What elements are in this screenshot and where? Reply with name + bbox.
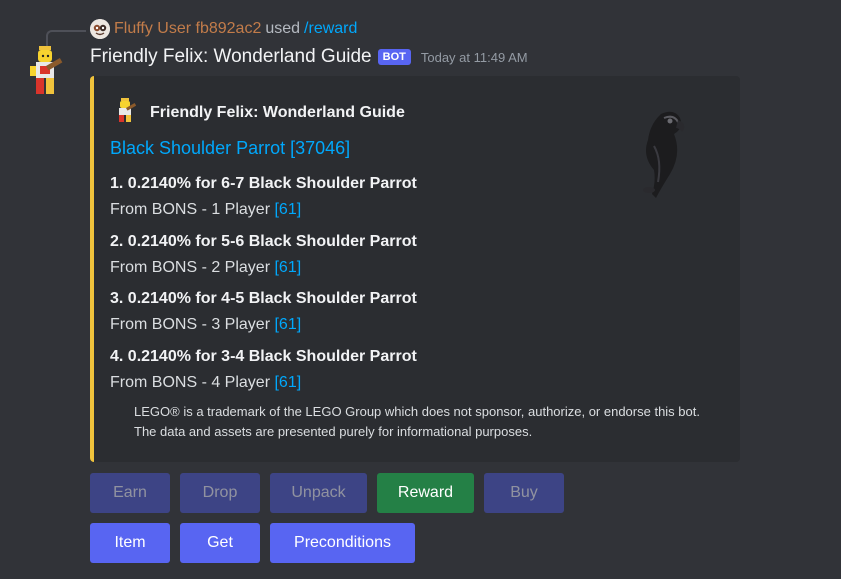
field-name: 2. 0.2140% for 5-6 Black Shoulder Parrot	[110, 233, 417, 250]
field-value-text: From BONS - 4 Player	[110, 374, 271, 391]
field: 4. 0.2140% for 3-4 Black Shoulder Parrot…	[110, 347, 417, 393]
parrot-icon[interactable]	[616, 94, 706, 198]
field: 3. 0.2140% for 4-5 Black Shoulder Parrot…	[110, 289, 417, 335]
embed: Friendly Felix: Wonderland Guide Black S…	[90, 76, 740, 462]
get-button[interactable]: Get	[180, 523, 260, 563]
preconditions-button[interactable]: Preconditions	[270, 523, 415, 563]
field-value-text: From BONS - 2 Player	[110, 259, 271, 276]
drop-button[interactable]: Drop	[180, 473, 260, 513]
bot-tag: BOT	[377, 49, 411, 65]
field-link[interactable]: [61]	[274, 374, 301, 391]
user-avatar-icon[interactable]	[90, 19, 110, 39]
field-link[interactable]: [61]	[274, 201, 301, 218]
field-value-text: From BONS - 3 Player	[110, 316, 271, 333]
field-name: 4. 0.2140% for 3-4 Black Shoulder Parrot	[110, 348, 417, 365]
field-value-text: From BONS - 1 Player	[110, 201, 271, 218]
field-link[interactable]: [61]	[274, 316, 301, 333]
reply-used-text: used	[265, 20, 301, 37]
minifigure-avatar-icon[interactable]	[24, 44, 66, 100]
embed-author-name[interactable]: Friendly Felix: Wonderland Guide	[150, 104, 405, 122]
unpack-button[interactable]: Unpack	[270, 473, 367, 513]
message-header: Friendly Felix: Wonderland Guide BOT Tod…	[90, 46, 528, 68]
discord-message: Fluffy User fb892ac2 used /reward Friend…	[0, 0, 841, 579]
field-value: From BONS - 3 Player [61]	[110, 315, 417, 335]
item-button[interactable]: Item	[90, 523, 170, 563]
earn-button[interactable]: Earn	[90, 473, 170, 513]
field-value: From BONS - 2 Player [61]	[110, 258, 417, 278]
buy-button[interactable]: Buy	[484, 473, 564, 513]
minifigure-icon	[114, 98, 137, 127]
bot-name[interactable]: Friendly Felix: Wonderland Guide	[90, 46, 372, 68]
timestamp[interactable]: Today at 11:49 AM	[421, 50, 528, 65]
reply-username[interactable]: Fluffy User fb892ac2	[114, 20, 261, 38]
field: 2. 0.2140% for 5-6 Black Shoulder Parrot…	[110, 232, 417, 278]
field-link[interactable]: [61]	[274, 259, 301, 276]
field: 1. 0.2140% for 6-7 Black Shoulder Parrot…	[110, 174, 417, 220]
field-name: 3. 0.2140% for 4-5 Black Shoulder Parrot	[110, 290, 417, 307]
reply-command[interactable]: /reward	[304, 20, 357, 38]
reply-line: Fluffy User fb892ac2 used /reward	[90, 18, 357, 40]
embed-footer: LEGO® is a trademark of the LEGO Group w…	[134, 404, 700, 439]
embed-author: Friendly Felix: Wonderland Guide	[114, 98, 405, 127]
reward-button[interactable]: Reward	[377, 473, 474, 513]
field-name: 1. 0.2140% for 6-7 Black Shoulder Parrot	[110, 175, 417, 192]
embed-title[interactable]: Black Shoulder Parrot [37046]	[110, 138, 350, 159]
field-value: From BONS - 1 Player [61]	[110, 200, 417, 220]
field-value: From BONS - 4 Player [61]	[110, 373, 417, 393]
